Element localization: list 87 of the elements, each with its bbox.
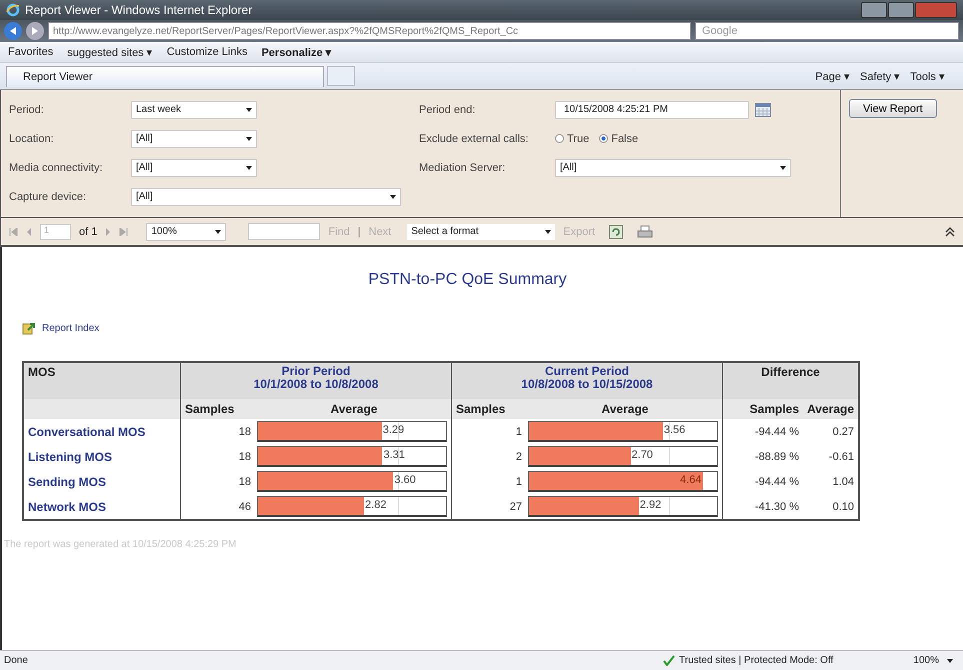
table-cell: 18 [180,444,257,469]
table-cell: 1.04 [803,469,859,494]
column-header: Average [528,399,722,419]
zoom-menu-icon[interactable] [947,658,953,662]
column-group-header: Current Period 10/8/2008 to 10/15/2008 [521,365,653,391]
address-field[interactable]: http://www.evangelyze.net/ReportServer/Pages/ReportViewer.aspx?%2fQMSReport%2fQMS_Report_Cc [48,22,691,40]
format-dropdown[interactable]: Select a format [407,224,556,240]
table-cell: 1 [452,419,528,444]
bar-value: 3.31 [382,449,405,461]
parameter-label: Capture device: [9,190,88,202]
date-field[interactable]: 10/15/2008 4:25:21 PM [555,100,749,118]
parameter-label: Exclude external calls: [419,132,530,144]
row-header[interactable]: Listening MOS [23,444,180,469]
radio-option[interactable]: False [599,132,638,144]
checkmark-icon [663,655,675,666]
column-header: Samples [180,399,257,419]
column-header: Average [803,399,859,419]
table-cell: 2 [452,444,528,469]
table-cell: 46 [180,494,257,520]
row-header[interactable]: Conversational MOS [23,419,180,444]
status-text: Done [4,655,29,666]
find-field[interactable] [248,223,320,240]
dropdown[interactable]: [All] [131,188,401,206]
bar-value: 2.82 [364,499,386,511]
parameter-label: Period: [9,104,45,116]
parameter-label: Period end: [419,104,476,116]
maximize-button[interactable] [888,2,914,18]
zoom-level[interactable]: 100% [883,655,939,666]
column-header: MOS [23,362,180,399]
bar-value: 3.29 [382,424,404,436]
printer-icon[interactable] [637,224,654,238]
table-cell: 1 [452,469,528,494]
page-count: of 1 [79,226,98,238]
back-button[interactable] [4,22,22,40]
browser-tab[interactable]: Report Viewer [6,66,324,86]
column-group-header: Difference [722,362,859,399]
calendar-icon[interactable] [755,102,771,116]
favorites-item[interactable]: Customize Links [166,46,248,58]
column-header: Samples [452,399,528,419]
forward-button[interactable] [26,22,44,40]
table-cell: 18 [180,469,257,494]
close-button[interactable] [915,2,957,18]
minimize-button[interactable] [861,2,887,18]
collapse-icon[interactable] [945,226,955,236]
column-group-header: Prior Period 10/1/2008 to 10/8/2008 [254,365,378,391]
bar-value: 4.64 [679,474,702,486]
security-zone: Trusted sites | Protected Mode: Off [679,655,834,666]
document-arrow-icon [22,321,36,335]
table-cell: 0.27 [803,419,859,444]
row-header[interactable]: Network MOS [23,494,180,520]
bar-value: 2.92 [638,499,662,511]
dropdown[interactable]: [All] [555,158,791,176]
column-header: Average [257,399,452,419]
table-cell: -41.30 % [722,494,803,520]
row-header[interactable]: Sending MOS [23,469,180,494]
dropdown[interactable]: [All] [131,130,257,148]
favorites-item[interactable]: suggested sites ▾ [67,46,153,58]
view-report-button[interactable]: View Report [849,99,937,118]
column-header: Samples [722,399,803,419]
bar-value: 3.56 [662,424,686,436]
report-title: PSTN-to-PC QoE Summary [367,271,568,289]
radio-option[interactable]: True [555,132,590,144]
table-cell: -94.44 % [722,419,803,444]
table-cell: -88.89 % [722,444,803,469]
refresh-icon[interactable] [609,224,624,238]
table-cell: -0.61 [803,444,859,469]
bar-value: 2.70 [630,449,653,461]
table-cell: -94.44 % [722,469,803,494]
separator-text: | [358,226,361,238]
dropdown[interactable]: Last week [131,100,257,118]
table-cell: 0.10 [803,494,859,520]
dropdown[interactable]: [All] [131,158,257,176]
table-cell: 18 [180,419,257,444]
parameter-label: Media connectivity: [9,162,104,174]
parameter-label: Location: [9,132,55,144]
parameter-label: Mediation Server: [419,162,506,174]
report-index-link[interactable]: Report Index [42,322,100,334]
window-title: Report Viewer - Windows Internet Explorer [25,3,254,17]
browser-icon [6,3,20,17]
table-cell: 27 [452,494,528,520]
bar-value: 3.60 [393,474,416,486]
favorites-item[interactable]: Favorites [8,46,54,58]
zoom-dropdown[interactable]: 100% [146,222,226,240]
command-menu[interactable]: Safety ▾ [860,70,900,82]
command-menu[interactable]: Tools ▾ [910,70,945,82]
favorites-item[interactable]: Personalize ▾ [261,46,332,58]
command-menu[interactable]: Page ▾ [815,70,850,82]
